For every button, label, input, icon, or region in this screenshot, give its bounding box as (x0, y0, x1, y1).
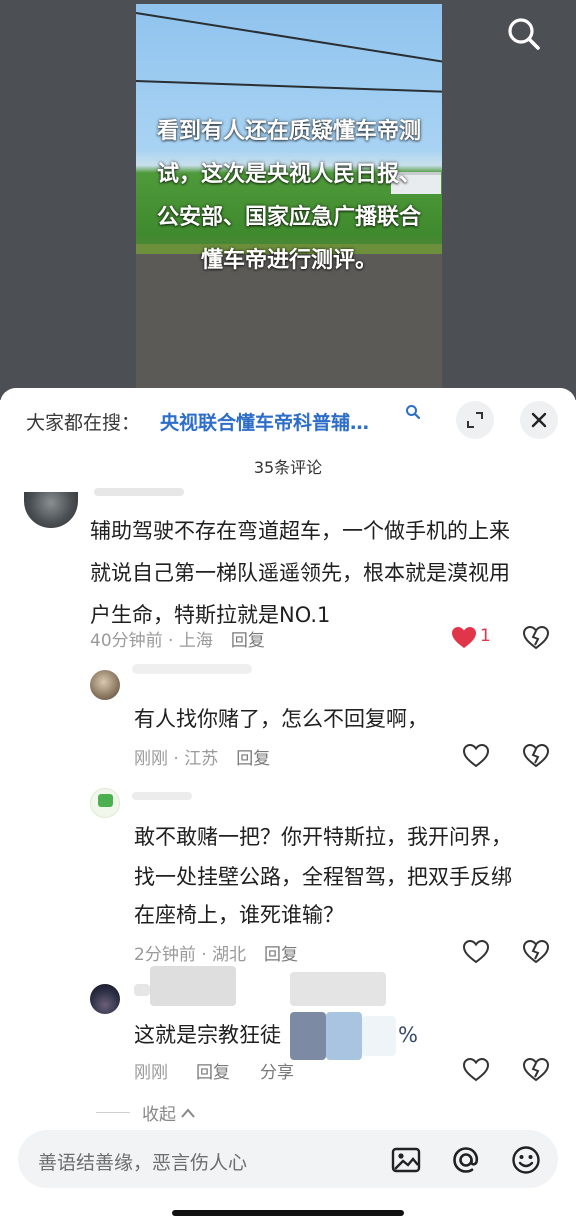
comment-text-line: 辅助驾驶不存在弯道超车，一个做手机的上来 (90, 519, 510, 543)
divider (96, 1112, 130, 1113)
video-caption: 看到有人还在质疑懂车帝测试，这次是央视人民日报、公安部、国家应急广播联合懂车帝进… (156, 119, 421, 273)
heart-outline-icon[interactable] (462, 938, 490, 966)
reply-time: 刚刚 (134, 1063, 168, 1083)
reply-text-line: 在座椅上，谁死谁输？ (134, 903, 344, 927)
reply-text-line: 敢不敢赌一把？你开特斯拉，我开问界， (134, 825, 512, 849)
comment-input-placeholder: 善语结善缘，恶言伤人心 (38, 1152, 248, 1174)
reply-text-line: 找一处挂壁公路，全程智驾，把双手反绑 (134, 865, 512, 889)
avatar[interactable] (90, 788, 120, 818)
username-redacted (132, 664, 252, 674)
username-redacted (94, 488, 184, 496)
close-icon (531, 412, 547, 428)
broken-heart-icon[interactable] (522, 742, 550, 770)
comment-sheet: 大家都在搜： 央视联合懂车帝科普辅… 35条评论 辅助驾驶不存在弯道超车，一个做… (0, 388, 576, 1226)
redacted-area (362, 1016, 396, 1056)
home-indicator[interactable] (172, 1210, 404, 1216)
hot-search-label: 大家都在搜： (26, 412, 141, 434)
avatar[interactable] (24, 492, 78, 528)
at-icon[interactable] (450, 1144, 482, 1176)
video-player[interactable]: 看到有人还在质疑懂车帝测试，这次是央视人民日报、公安部、国家应急广播联合懂车帝进… (136, 4, 442, 388)
reply-button[interactable]: 回复 (231, 631, 265, 651)
chevron-up-icon (181, 1107, 195, 1118)
reply-meta: 刚刚 · 江苏 回复 (134, 744, 270, 769)
redacted-area (134, 984, 150, 996)
logo-mark (98, 794, 113, 807)
search-icon[interactable] (504, 14, 544, 54)
reply-button[interactable]: 回复 (264, 945, 298, 965)
reply-button[interactable]: 回复 (196, 1063, 230, 1083)
share-button[interactable]: 分享 (260, 1063, 294, 1083)
heart-outline-icon[interactable] (462, 1056, 490, 1084)
comment-input[interactable]: 善语结善缘，恶言伤人心 (18, 1130, 558, 1188)
redacted-area (290, 1012, 326, 1060)
redacted-area (326, 1012, 362, 1060)
comment-meta: 40分钟前 · 上海 回复 (90, 626, 265, 651)
expand-icon (467, 412, 483, 428)
reply-meta: 刚刚 回复 分享 (134, 1058, 294, 1083)
avatar[interactable] (90, 670, 120, 700)
collapse-replies-button[interactable]: 收起 (96, 1100, 196, 1125)
reply-text: 有人找你赌了，怎么不回复啊， (134, 707, 428, 731)
broken-heart-icon[interactable] (522, 938, 550, 966)
like-count: 1 (480, 626, 491, 646)
close-button[interactable] (520, 401, 558, 439)
heart-outline-icon[interactable] (462, 742, 490, 770)
broken-heart-icon[interactable] (522, 624, 550, 652)
comment-time-location: 40分钟前 · 上海 (90, 631, 213, 651)
hot-search-link[interactable]: 央视联合懂车帝科普辅… (160, 408, 369, 435)
power-line (136, 80, 442, 94)
expand-button[interactable] (456, 401, 494, 439)
emoji-icon[interactable] (510, 1144, 542, 1176)
redacted-area (290, 972, 386, 1006)
comment-text-line: 就说自己第一梯队遥遥领先，根本就是漠视用 (90, 561, 510, 585)
username-redacted (132, 792, 192, 800)
avatar[interactable] (90, 984, 120, 1014)
search-icon[interactable] (405, 404, 421, 420)
comment-count: 35条评论 (253, 458, 323, 477)
image-icon[interactable] (390, 1144, 422, 1176)
reply-time-location: 2分钟前 · 湖北 (134, 945, 247, 965)
reply-button[interactable]: 回复 (236, 749, 270, 769)
heart-filled-icon[interactable] (450, 624, 478, 652)
power-line (136, 12, 442, 66)
broken-heart-icon[interactable] (522, 1056, 550, 1084)
reply-meta: 2分钟前 · 湖北 回复 (134, 940, 298, 965)
redacted-area (150, 966, 236, 1006)
reply-time-location: 刚刚 · 江苏 (134, 749, 219, 769)
collapse-label: 收起 (142, 1105, 176, 1125)
reply-text-tail: % (398, 1023, 418, 1047)
reply-text: 这就是宗教狂徒 (134, 1023, 281, 1047)
